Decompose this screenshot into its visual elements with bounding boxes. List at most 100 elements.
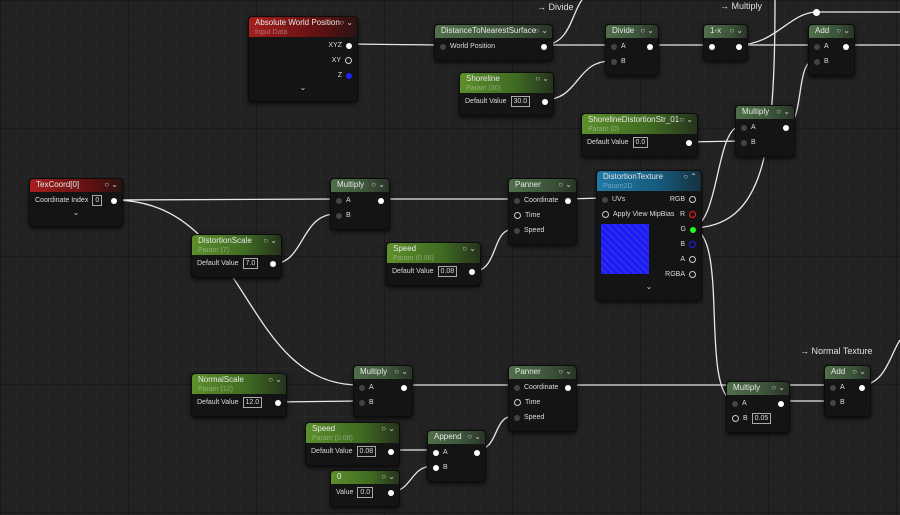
expand-chevron-icon[interactable]: ⌄: [249, 83, 357, 95]
output-pin[interactable]: [474, 449, 480, 456]
chevron-down-icon[interactable]: ⌄: [270, 236, 277, 245]
input-pin[interactable]: [830, 399, 836, 406]
input-pin[interactable]: [336, 212, 342, 219]
node-constant-zero[interactable]: 0 ○ ⌄ Value 0.0: [330, 470, 400, 507]
node-header[interactable]: Absolute World Position Input Data ○ ⌄: [249, 17, 357, 37]
input-pin[interactable]: [433, 449, 439, 456]
node-speed-mid[interactable]: Speed Param (0.08) ○ ⌄ Default Value 0.08: [386, 242, 481, 286]
node-header[interactable]: Append ○ ⌄: [428, 431, 485, 444]
chevron-up-icon[interactable]: ⌃: [690, 172, 697, 181]
output-pin[interactable]: [778, 400, 784, 407]
output-pin[interactable]: [647, 43, 653, 50]
node-header[interactable]: ShorelineDistortionStr_01 Param (0) ○ ⌄: [582, 114, 697, 134]
node-header[interactable]: Multiply ○ ⌄: [331, 179, 389, 192]
input-pin[interactable]: [359, 384, 365, 391]
output-pin[interactable]: [401, 384, 407, 391]
value-field[interactable]: 0.05: [751, 413, 772, 424]
output-pin[interactable]: [346, 42, 352, 49]
output-pin[interactable]: [689, 241, 696, 248]
node-normal-scale[interactable]: NormalScale Param (12) ○ ⌄ Default Value 12.…: [191, 373, 287, 417]
node-header[interactable]: TexCoord[0] ○ ⌄: [30, 179, 122, 192]
output-pin[interactable]: [689, 271, 696, 278]
node-header[interactable]: Multiply ○ ⌄: [736, 106, 794, 119]
input-pin[interactable]: [602, 196, 608, 203]
output-pin[interactable]: [345, 57, 352, 64]
input-pin[interactable]: [602, 211, 609, 218]
node-header[interactable]: Shoreline Param (30) ○ ⌄: [460, 73, 553, 93]
wire[interactable]: [112, 198, 337, 201]
wire[interactable]: [347, 43, 441, 46]
chevron-down-icon[interactable]: ⌄: [474, 432, 481, 441]
chevron-down-icon[interactable]: ⌄: [275, 375, 282, 384]
node-distortion-scale[interactable]: DistortionScale Param (7) ○ ⌄ Default Value…: [191, 234, 282, 278]
node-one-minus[interactable]: 1-x ○ ⌄: [703, 24, 748, 61]
output-pin[interactable]: [689, 196, 696, 203]
output-pin[interactable]: [843, 43, 849, 50]
input-pin[interactable]: [514, 384, 520, 391]
node-abs-world-position[interactable]: Absolute World Position Input Data ○ ⌄ XYZ X…: [248, 16, 358, 102]
expand-chevron-icon[interactable]: ⌄: [597, 282, 701, 294]
input-pin[interactable]: [433, 464, 439, 471]
chevron-down-icon[interactable]: ⌄: [783, 107, 790, 116]
output-pin[interactable]: [378, 197, 384, 204]
node-append[interactable]: Append ○ ⌄ A B: [427, 430, 486, 482]
node-header[interactable]: Multiply ○ ⌄: [727, 382, 789, 395]
node-header[interactable]: NormalScale Param (12) ○ ⌄: [192, 374, 286, 394]
node-header[interactable]: DistortionTexture Param2D ○ ⌃: [597, 171, 701, 191]
node-header[interactable]: Panner ○ ⌄: [509, 366, 576, 379]
input-pin[interactable]: [359, 399, 365, 406]
node-header[interactable]: DistortionScale Param (7) ○ ⌄: [192, 235, 281, 255]
chevron-down-icon[interactable]: ⌄: [736, 26, 743, 35]
chevron-down-icon[interactable]: ⌄: [469, 244, 476, 253]
node-add-top[interactable]: Add ○ ⌄ A B: [808, 24, 855, 76]
reroute-node[interactable]: [813, 9, 820, 16]
chevron-down-icon[interactable]: ⌄: [401, 367, 408, 376]
input-pin[interactable]: [830, 384, 836, 391]
node-header[interactable]: Panner ○ ⌄: [509, 179, 576, 192]
output-pin[interactable]: [686, 139, 692, 146]
output-pin[interactable]: [689, 256, 696, 263]
output-pin[interactable]: [469, 268, 475, 275]
node-header[interactable]: Add ○ ⌄: [825, 366, 870, 379]
input-pin[interactable]: [741, 124, 747, 131]
output-pin[interactable]: [541, 43, 547, 50]
value-field[interactable]: 0.08: [356, 446, 377, 457]
value-field[interactable]: 12.0: [242, 397, 263, 408]
chevron-down-icon[interactable]: ⌄: [859, 367, 866, 376]
output-pin[interactable]: [388, 489, 394, 496]
value-field[interactable]: 0.0: [632, 137, 649, 148]
input-pin[interactable]: [611, 43, 617, 50]
chevron-down-icon[interactable]: ⌄: [346, 18, 353, 27]
input-pin[interactable]: [814, 58, 820, 65]
node-panner-low[interactable]: Panner ○ ⌄ Coordinate Time Speed: [508, 365, 577, 432]
node-multiply-right[interactable]: Multiply ○ ⌄ A B 0.05: [726, 381, 790, 433]
node-shoreline-distortion-str[interactable]: ShorelineDistortionStr_01 Param (0) ○ ⌄ Def…: [581, 113, 698, 157]
value-field[interactable]: 0.08: [437, 266, 458, 277]
input-pin[interactable]: [514, 227, 520, 234]
node-divide[interactable]: Divide ○ ⌄ A B: [605, 24, 659, 76]
input-pin[interactable]: [440, 43, 446, 50]
chevron-down-icon[interactable]: ⌄: [686, 115, 693, 124]
output-pin[interactable]: [783, 124, 789, 131]
wire[interactable]: [112, 199, 360, 386]
input-pin[interactable]: [514, 212, 521, 219]
node-header[interactable]: Speed Param (0.08) ○ ⌄: [306, 423, 399, 443]
node-header[interactable]: DistanceToNearestSurface ○ ⌄: [435, 25, 552, 38]
input-pin[interactable]: [814, 43, 820, 50]
chevron-down-icon[interactable]: ⌄: [541, 26, 548, 35]
output-pin[interactable]: [565, 197, 571, 204]
input-pin[interactable]: [336, 197, 342, 204]
output-pin[interactable]: [736, 43, 742, 50]
input-pin[interactable]: [514, 197, 520, 204]
output-pin[interactable]: [690, 226, 696, 233]
chevron-down-icon[interactable]: ⌄: [542, 74, 549, 83]
output-pin[interactable]: [346, 72, 352, 79]
output-pin[interactable]: [388, 448, 394, 455]
node-texcoord[interactable]: TexCoord[0] ○ ⌄ Coordinate Index 0 ⌄: [29, 178, 123, 227]
node-header[interactable]: Add ○ ⌄: [809, 25, 854, 38]
chevron-down-icon[interactable]: ⌄: [565, 180, 572, 189]
chevron-down-icon[interactable]: ⌄: [388, 424, 395, 433]
node-header[interactable]: 1-x ○ ⌄: [704, 25, 747, 38]
node-header[interactable]: Divide ○ ⌄: [606, 25, 658, 38]
node-add-low[interactable]: Add ○ ⌄ A B: [824, 365, 871, 417]
